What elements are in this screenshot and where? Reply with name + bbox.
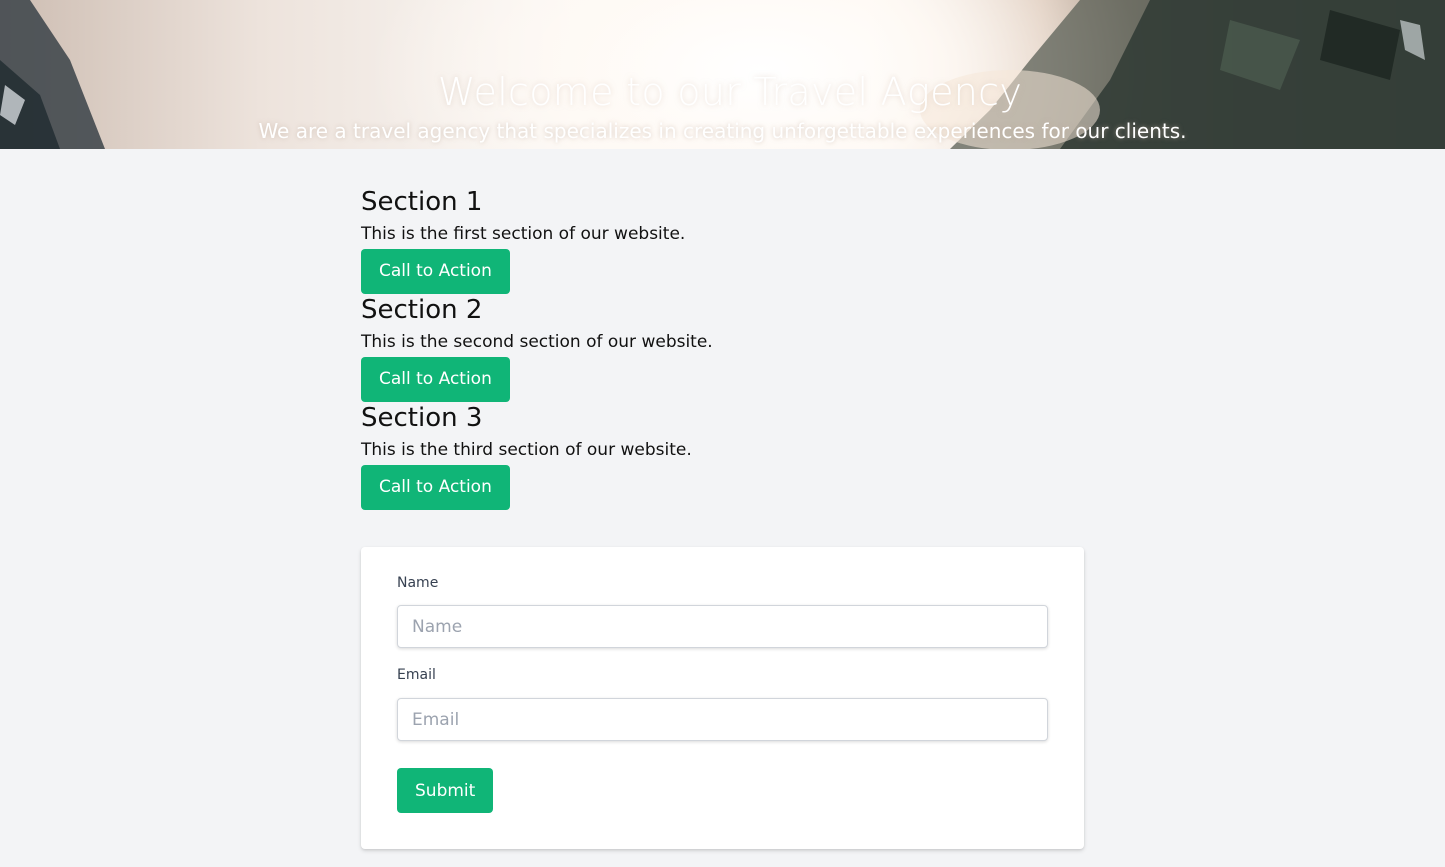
section-1: Section 1 This is the first section of o… (361, 186, 1084, 294)
submit-button[interactable]: Submit (397, 768, 494, 813)
section-3: Section 3 This is the third section of o… (361, 402, 1084, 510)
call-to-action-button[interactable]: Call to Action (361, 249, 510, 294)
section-2: Section 2 This is the second section of … (361, 294, 1084, 402)
name-input[interactable] (397, 605, 1048, 648)
hero-banner: Welcome to our Travel Agency We are a tr… (0, 0, 1445, 149)
section-heading: Section 1 (361, 187, 483, 217)
section-heading: Section 3 (361, 403, 483, 433)
email-input[interactable] (397, 698, 1048, 741)
section-text: This is the second section of our websit… (361, 332, 713, 352)
email-label: Email (397, 667, 436, 683)
call-to-action-button[interactable]: Call to Action (361, 465, 510, 510)
section-text: This is the third section of our website… (361, 440, 692, 460)
hero-subtitle: We are a travel agency that specializes … (258, 119, 1187, 143)
contact-form: Name Email Submit (361, 547, 1084, 849)
hero-title: Welcome to our Travel Agency (437, 70, 1023, 114)
name-label: Name (397, 575, 439, 591)
section-text: This is the first section of our website… (361, 224, 686, 244)
call-to-action-button[interactable]: Call to Action (361, 357, 510, 402)
section-heading: Section 2 (361, 295, 483, 325)
sections-container: Section 1 This is the first section of o… (361, 186, 1084, 510)
